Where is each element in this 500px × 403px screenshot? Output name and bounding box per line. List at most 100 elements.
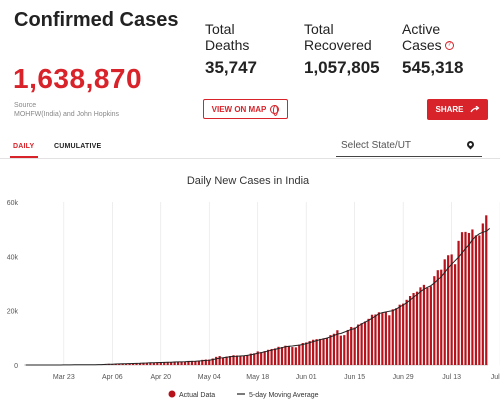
share-label: SHARE <box>435 105 464 114</box>
bar <box>260 352 263 365</box>
bar <box>280 347 284 365</box>
view-on-map-button[interactable]: VIEW ON MAP <box>203 99 288 119</box>
bar <box>350 326 353 365</box>
bar <box>384 311 387 365</box>
total-deaths-value: 35,747 <box>205 58 257 77</box>
bar <box>287 345 291 365</box>
bar <box>308 341 311 365</box>
bar <box>447 255 450 365</box>
bars-series <box>24 215 488 365</box>
x-tick-label: Jun 01 <box>296 374 317 381</box>
x-tick-label: Jul 13 <box>442 374 461 381</box>
bar <box>429 286 432 365</box>
bar <box>305 342 308 365</box>
bar <box>228 356 232 365</box>
globe-icon <box>270 104 280 116</box>
bar <box>453 264 457 365</box>
bar <box>412 293 415 365</box>
total-recovered-value: 1,057,805 <box>304 58 380 77</box>
bar <box>471 229 474 365</box>
bar <box>363 321 367 365</box>
x-tick-label: Mar 23 <box>53 374 75 381</box>
bar <box>360 323 363 365</box>
bar <box>381 313 384 365</box>
info-icon[interactable]: ? <box>444 41 454 50</box>
total-deaths-stat: Total Deaths 35,747 <box>205 21 275 78</box>
bar <box>467 232 471 365</box>
bar <box>277 346 280 365</box>
tab-cumulative[interactable]: CUMULATIVE <box>54 143 101 150</box>
x-tick-label: Jun 15 <box>344 374 365 381</box>
confirmed-cases-value: 1,638,870 <box>13 63 143 94</box>
bar <box>464 231 467 365</box>
bar <box>246 354 249 365</box>
total-recovered-stat: Total Recovered 1,057,805 <box>304 21 384 78</box>
bar <box>294 347 297 365</box>
bar <box>291 347 294 365</box>
bar <box>242 355 245 365</box>
confirmed-cases-title: Confirmed Cases <box>14 9 179 31</box>
location-pin-icon <box>465 139 476 150</box>
x-tick-label: May 18 <box>246 374 269 381</box>
y-tick-label: 40k <box>7 254 19 261</box>
tabs-divider <box>0 158 500 159</box>
legend-line-label: 5-day Moving Average <box>249 392 319 399</box>
bar <box>457 240 460 365</box>
share-button[interactable]: SHARE <box>427 99 488 120</box>
state-select-input[interactable]: Select State/UT <box>336 137 482 157</box>
bar <box>235 355 239 365</box>
tab-daily[interactable]: DAILY <box>13 143 34 150</box>
bar <box>180 362 183 365</box>
bar <box>398 304 401 365</box>
bar <box>253 353 256 365</box>
bar <box>343 335 346 365</box>
bar <box>443 259 446 365</box>
share-arrow-icon <box>469 105 479 112</box>
x-tick-label: Apr 06 <box>102 374 123 381</box>
active-cases-stat: Active Cases? 545,318 <box>402 21 477 78</box>
bar <box>267 349 270 365</box>
view-on-map-label: VIEW ON MAP <box>211 104 267 114</box>
x-tick-label: Jun 29 <box>393 374 414 381</box>
bar <box>315 339 318 365</box>
bar <box>221 357 225 365</box>
bar <box>301 342 304 365</box>
daily-cases-chart: Daily New Cases in India 0 20k 40k 60k Mar … <box>7 175 500 399</box>
bar <box>426 287 429 365</box>
bar <box>270 348 273 365</box>
x-tick-label: May 04 <box>198 374 221 381</box>
bar <box>422 284 426 365</box>
bar <box>318 338 322 365</box>
active-cases-value: 545,318 <box>402 58 464 77</box>
bar <box>391 309 394 365</box>
bar <box>312 339 315 365</box>
bar <box>339 335 342 365</box>
source-note: Source MOHFW(India) and John Hopkins <box>14 102 120 118</box>
y-tick-label: 60k <box>7 200 19 207</box>
bar <box>433 276 436 365</box>
x-tick-label: Jul 27 <box>491 374 500 381</box>
chart-legend: Actual Data 5-day Moving Average <box>168 390 319 399</box>
bar <box>239 355 242 365</box>
bar <box>284 345 287 365</box>
bar <box>377 312 381 365</box>
active-cases-label: Active Cases <box>402 21 442 53</box>
bar <box>419 287 422 365</box>
bar <box>336 330 339 365</box>
bar <box>408 295 412 365</box>
legend-bar-label: Actual Data <box>179 392 215 399</box>
bar <box>481 223 484 365</box>
bar <box>346 329 349 365</box>
bar <box>325 337 329 365</box>
bar <box>322 338 325 365</box>
bar <box>353 327 356 365</box>
bar <box>298 344 301 365</box>
bar <box>436 270 439 365</box>
x-axis: Mar 23 Apr 06 Apr 20 May 04 May 18 Jun 01 Jun … <box>53 374 500 381</box>
bar <box>388 315 391 365</box>
bar <box>415 291 419 365</box>
bar <box>370 314 374 365</box>
bar <box>329 335 332 365</box>
bar <box>405 299 408 365</box>
chart-title: Daily New Cases in India <box>187 175 310 187</box>
